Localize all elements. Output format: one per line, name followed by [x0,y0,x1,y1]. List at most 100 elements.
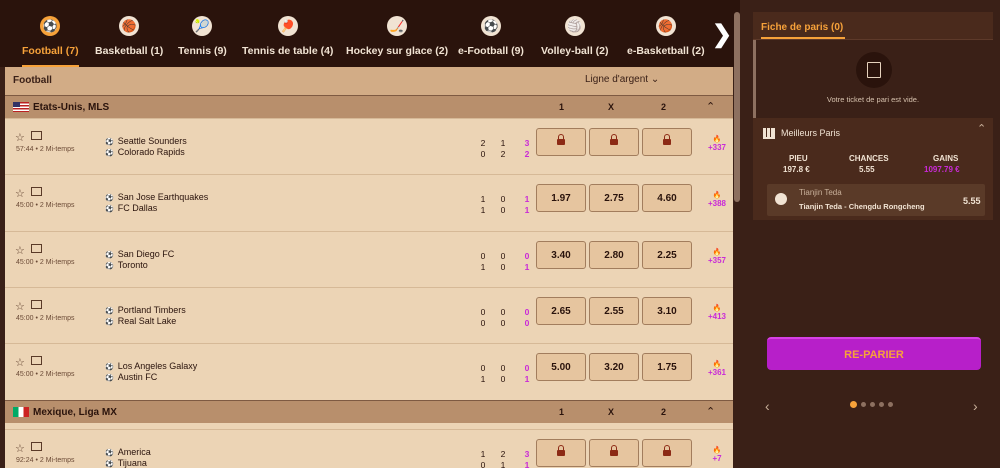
tab-efootball[interactable]: ⚽ e-Football (9) [458,0,524,67]
us-flag-icon [13,102,29,112]
lock-icon [663,444,671,458]
odd-x-button[interactable] [589,439,639,467]
team-home: San Diego FC [105,249,175,259]
team-home: America [105,447,151,457]
score-away: 2 [500,149,506,159]
match-time: 92:24 • 2 Mi-temps [16,457,75,464]
odd-x-button[interactable]: 3.20 [589,353,639,381]
chances-value: 5.55 [859,165,875,174]
match-row[interactable]: ☆ 45:00 • 2 Mi-temps Portland TimbersReal … [5,287,733,343]
odd-2-button[interactable] [642,128,692,156]
repari-button[interactable]: RE-PARIER [767,337,981,370]
score-home: 0 [480,307,486,317]
odd-1-button[interactable]: 3.40 [536,241,586,269]
odd-x-button[interactable]: 2.80 [589,241,639,269]
score-away: 2 [524,149,530,159]
odd-x-button[interactable]: 2.55 [589,297,639,325]
field-icon[interactable] [31,442,42,451]
team-away: Colorado Rapids [105,147,185,157]
odd-2-button[interactable]: 4.60 [642,184,692,212]
field-icon[interactable] [31,356,42,365]
match-row[interactable]: ☆45:00 • 2 Mi-tempsSan Diego FCToronto01… [5,231,733,287]
carousel-dot[interactable] [861,402,866,407]
chances-label: CHANCES [849,154,889,163]
match-row[interactable]: ☆ 45:00 • 2 Mi-temps San Jose EarthquakesF… [5,174,733,230]
col-1-label: 1 [559,102,565,112]
tab-tennis[interactable]: 🎾 Tennis (9) [178,0,227,67]
chevron-up-icon[interactable]: ⌃ [706,100,715,113]
score-away: 1 [500,460,506,468]
more-markets-link[interactable]: +7 [705,446,729,463]
match-row[interactable]: ☆ 57:44 • 2 Mi-temps Seattle SoundersColor… [5,118,733,174]
more-markets-link[interactable]: +388 [705,191,729,208]
score-home: 0 [524,307,530,317]
more-markets-link[interactable]: +361 [705,360,729,377]
tab-volleyball[interactable]: 🏐 Volley-ball (2) [541,0,609,67]
star-icon[interactable]: ☆ [15,187,25,200]
more-markets-link[interactable]: +337 [705,135,729,152]
odd-1-button[interactable]: 5.00 [536,353,586,381]
field-icon[interactable] [31,300,42,309]
score-away: 0 [480,460,486,468]
betslip-header: Fiche de paris (0) [753,12,993,40]
odd-1-button[interactable]: 1.97 [536,184,586,212]
odd-2-button[interactable] [642,439,692,467]
league-header[interactable]: Mexique, Liga MX 1 X 2 ⌃ [5,400,733,423]
tab-table-tennis[interactable]: 🏓 Tennis de table (4) [242,0,333,67]
carousel-dot[interactable] [870,402,875,407]
field-icon[interactable] [31,187,42,196]
field-icon[interactable] [31,244,42,253]
tab-football[interactable]: ⚽ Football (7) [22,0,79,67]
star-icon[interactable]: ☆ [15,300,25,313]
league-name: Mexique, Liga MX [33,407,117,418]
more-markets-link[interactable]: +413 [705,304,729,321]
lock-icon [610,444,618,458]
line-select-dropdown[interactable]: Ligne d'argent ⌄ [585,74,659,85]
score-away: 0 [500,205,506,215]
score-away: 1 [524,374,530,384]
odd-2-button[interactable]: 1.75 [642,353,692,381]
pick-event: Tianjin Teda - Chengdu Rongcheng [799,202,925,211]
carousel-dot[interactable] [850,401,857,408]
match-row[interactable]: ☆ 45:00 • 2 Mi-temps Los Angeles GalaxyAus… [5,343,733,399]
tab-ebasketball[interactable]: 🏀 e-Basketball (2) [627,0,705,67]
star-icon[interactable]: ☆ [15,244,25,257]
tab-basketball[interactable]: 🏀 Basketball (1) [95,0,163,67]
list-scrollbar[interactable] [734,12,740,202]
chevron-up-icon[interactable]: ⌃ [977,122,986,135]
odd-1-button[interactable] [536,128,586,156]
odd-2-button[interactable]: 3.10 [642,297,692,325]
match-row[interactable]: ☆92:24 • 2 Mi-tempsAmericaTijuana102131+… [5,429,733,468]
tab-betslip[interactable]: Fiche de paris (0) [761,22,843,33]
odd-1-button[interactable] [536,439,586,467]
match-time: 45:00 • 2 Mi-temps [16,371,75,378]
league-header[interactable]: Etats-Unis, MLS 1 X 2 ⌃ [5,95,733,118]
tabs-next-arrow-icon[interactable]: ❯ [712,20,732,49]
stake-value: 197.8 € [783,165,810,174]
tab-label: Tennis (9) [178,45,227,57]
odd-1-button[interactable]: 2.65 [536,297,586,325]
tab-ice-hockey[interactable]: 🏒 Hockey sur glace (2) [346,0,448,67]
field-icon[interactable] [31,131,42,140]
best-bet-pick[interactable]: Tianjin Teda Tianjin Teda - Chengdu Rong… [767,184,985,216]
odd-2-button[interactable]: 2.25 [642,241,692,269]
star-icon[interactable]: ☆ [15,131,25,144]
score-away: 0 [480,318,486,328]
lock-icon [557,133,565,147]
next-arrow-icon[interactable]: › [973,398,978,414]
chevron-up-icon[interactable]: ⌃ [706,405,715,418]
more-markets-link[interactable]: +357 [705,248,729,265]
star-icon[interactable]: ☆ [15,442,25,455]
list-title: Football [13,75,52,86]
team-home: San Jose Earthquakes [105,192,209,202]
carousel-dot[interactable] [879,402,884,407]
star-icon[interactable]: ☆ [15,356,25,369]
odd-x-button[interactable] [589,128,639,156]
carousel-dots [850,401,893,408]
score-home: 3 [524,449,530,459]
prev-arrow-icon[interactable]: ‹ [765,398,770,414]
carousel-dot[interactable] [888,402,893,407]
odd-x-button[interactable]: 2.75 [589,184,639,212]
app-root: ⚽ Football (7) 🏀 Basketball (1) 🎾 Tennis (9) 🏓… [0,0,1000,468]
betslip-panel: Fiche de paris (0) Votre ticket de pari … [753,0,1000,468]
